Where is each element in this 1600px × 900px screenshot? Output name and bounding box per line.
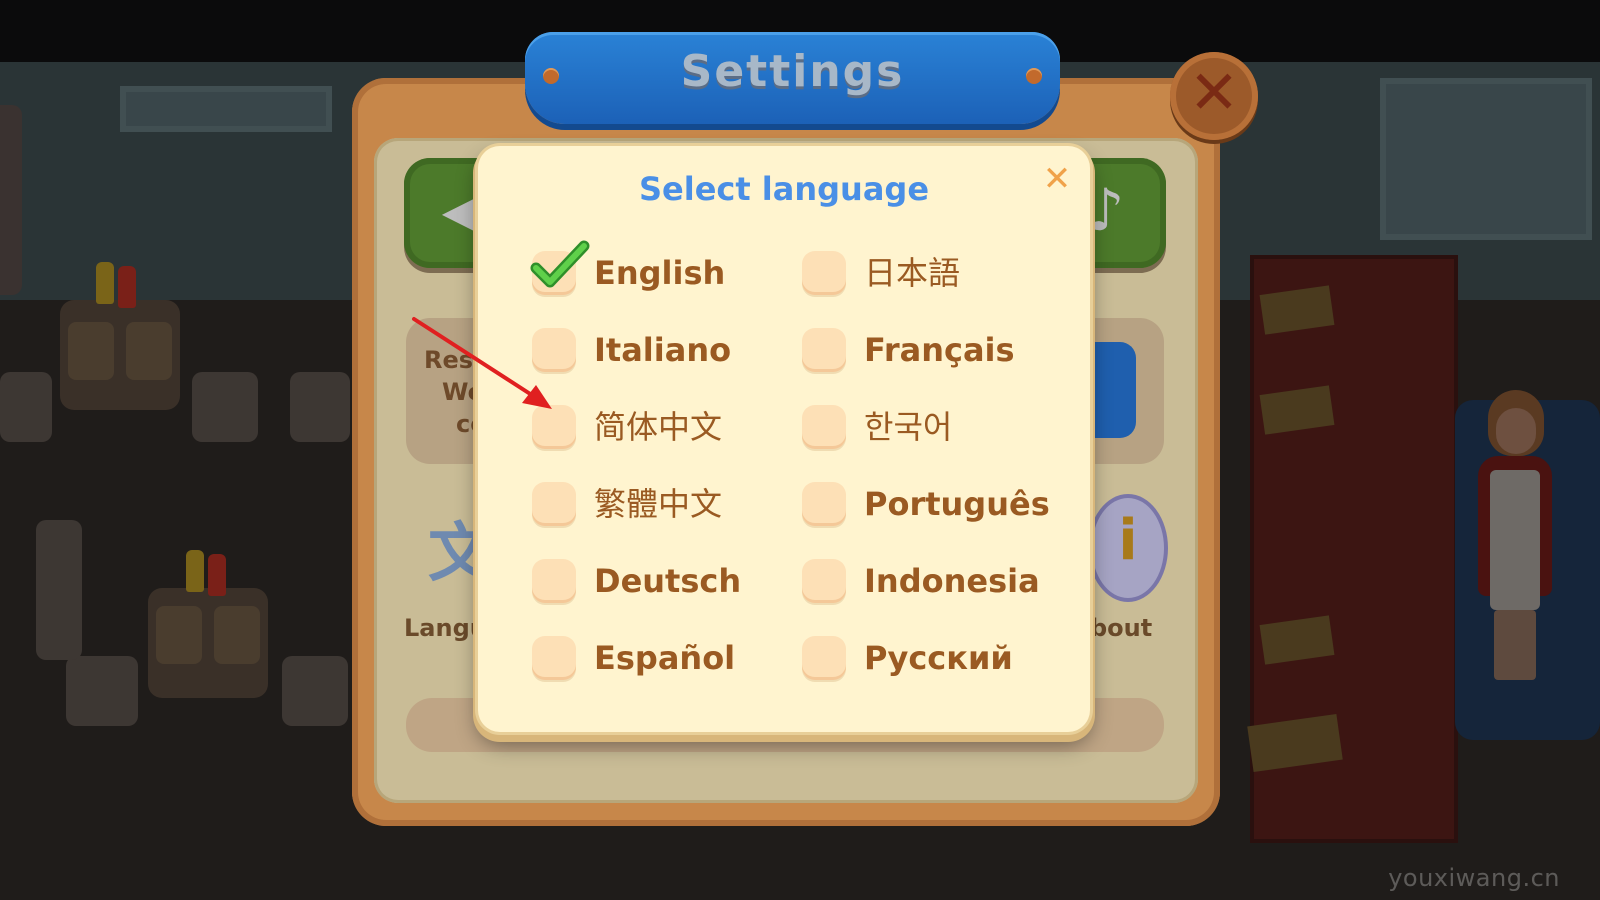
checkbox[interactable] [532,482,576,526]
language-label: 繁體中文 [594,485,723,523]
language-option-german[interactable]: Deutsch [532,556,762,612]
close-icon[interactable]: ✕ [1040,162,1074,196]
language-label: Русский [864,639,1013,677]
chair [282,656,348,726]
chair [0,372,52,442]
door-frame [36,520,82,660]
language-dialog: Select language ✕ English 日本語 Italiano F… [478,146,1090,732]
checkbox[interactable] [802,328,846,372]
menu-card [68,322,114,380]
info-icon: i [1118,508,1138,573]
checkbox[interactable] [802,405,846,449]
language-label: 한국어 [864,408,953,446]
wall-window [1380,78,1592,240]
close-icon: ✕ [1188,58,1240,128]
language-option-japanese[interactable]: 日本語 [802,248,1032,304]
dialog-title: Select language [638,170,930,208]
ketchup-bottle [118,266,136,308]
language-label: Português [864,485,1050,523]
settings-close-button[interactable]: ✕ [1170,52,1258,140]
language-option-russian[interactable]: Русский [802,633,1032,689]
connect-button[interactable] [1090,342,1136,438]
watermark: youxiwang.cn [1388,864,1560,892]
about-button-label: bout [1090,614,1153,642]
language-label: Deutsch [594,562,742,600]
mustard-bottle [186,550,204,592]
language-label: English [594,254,726,292]
waitress-character [1470,390,1560,690]
checkbox[interactable] [802,251,846,295]
language-label: Italiano [594,331,732,369]
language-option-korean[interactable]: 한국어 [802,402,1032,458]
language-button-label: Langu [404,614,487,642]
menu-card [126,322,172,380]
language-option-portuguese[interactable]: Português [802,479,1050,535]
annotation-arrow-icon [412,317,552,409]
language-option-french[interactable]: Français [802,325,1032,381]
menu-card [156,606,202,664]
about-button[interactable]: i [1088,494,1168,602]
customer-character [0,105,22,295]
checkbox[interactable] [532,559,576,603]
checkbox[interactable] [532,636,576,680]
language-option-spanish[interactable]: Español [532,633,762,689]
language-option-indonesian[interactable]: Indonesia [802,556,1042,612]
chair [290,372,350,442]
menu-card [214,606,260,664]
language-label: Español [594,639,736,677]
language-option-english[interactable]: English [530,240,762,304]
chair [66,656,138,726]
language-label: 简体中文 [594,408,723,446]
wall-window [120,86,332,132]
language-label: Indonesia [864,562,1040,600]
settings-title-plate: Settings [525,32,1060,124]
mustard-bottle [96,262,114,304]
language-label: 日本語 [864,254,961,292]
language-label: Français [864,331,1015,369]
checkbox[interactable] [802,482,846,526]
settings-title: Settings [680,46,905,97]
chair [192,372,258,442]
language-option-traditional-chinese[interactable]: 繁體中文 [532,479,762,535]
checkbox[interactable] [802,636,846,680]
checkmark-icon [530,240,590,288]
checkbox[interactable] [802,559,846,603]
ketchup-bottle [208,554,226,596]
